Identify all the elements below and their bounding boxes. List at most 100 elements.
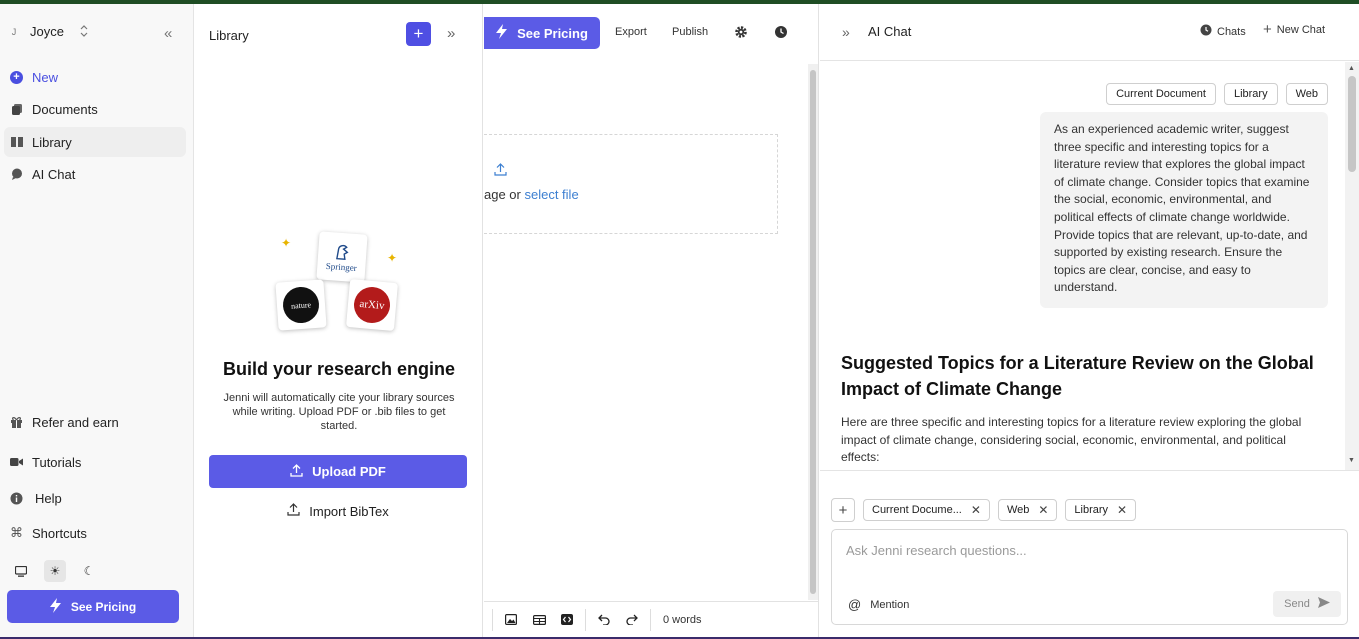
image-icon[interactable] [497,606,525,634]
sun-icon[interactable]: ☀ [44,560,66,582]
chevron-updown-icon [80,24,88,39]
sidebar-item-label: Tutorials [32,454,82,470]
sidebar-item-new[interactable]: + New [4,62,186,92]
chat-scrollbar[interactable]: ▲ ▼ [1345,62,1359,470]
plus-icon: + [413,24,424,43]
chat-title: AI Chat [868,24,912,39]
nature-logo: nature [275,279,327,331]
sidebar-item-documents[interactable]: Documents [4,94,186,124]
source-chip-library[interactable]: Library [1223,83,1278,105]
sidebar: J Joyce « + New Documents Library AI Cha… [0,4,194,637]
editor-scrollbar[interactable] [808,64,818,600]
sidebar-item-refer-and-earn[interactable]: Refer and earn [4,407,186,437]
gear-icon[interactable] [733,24,749,40]
undo-icon[interactable] [590,606,618,634]
send-button[interactable]: Send [1273,591,1341,617]
see-pricing-button[interactable]: See Pricing [484,17,600,49]
message-sources: Current Document Library Web [1106,83,1328,105]
chat-header: » AI Chat Chats + New Chat [820,4,1359,61]
sidebar-item-label: Help [35,490,62,506]
upload-pdf-button[interactable]: Upload PDF [209,455,467,488]
close-icon[interactable]: ✕ [971,503,981,517]
scroll-up-icon[interactable]: ▲ [1348,65,1355,72]
close-icon[interactable]: ✕ [1117,503,1127,517]
source-chip-current-document[interactable]: Current Document [1106,83,1216,105]
lightning-icon [496,24,508,42]
import-bibtex-button[interactable]: Import BibTex [209,498,467,524]
source-chip-web[interactable]: Web [1285,83,1328,105]
chat-bubble-icon [10,168,23,181]
user-switcher[interactable]: J Joyce [8,24,88,39]
plus-icon: + [1263,21,1272,38]
ai-chat-panel: » AI Chat Chats + New Chat Current Docum… [820,4,1359,637]
sidebar-item-help[interactable]: Help [4,483,186,513]
history-icon[interactable] [773,24,789,40]
select-file-link[interactable]: select file [524,187,578,202]
see-pricing-label: See Pricing [517,25,588,41]
context-chip-current-document: Current Docume... ✕ [863,499,990,521]
expand-panel-icon[interactable]: » [447,25,455,42]
scrollbar-thumb[interactable] [810,70,816,594]
send-label: Send [1284,598,1310,610]
see-pricing-label: See Pricing [70,599,137,614]
arxiv-logo: arXiv [345,278,399,332]
see-pricing-button[interactable]: See Pricing [7,590,179,623]
context-chip-label: Library [1074,504,1109,516]
redo-icon[interactable] [618,606,646,634]
at-sign-icon: @ [848,597,862,612]
library-heading: Build your research engine [222,359,456,379]
scrollbar-thumb[interactable] [1348,76,1356,172]
add-source-button[interactable]: + [406,22,431,46]
context-chip-web: Web ✕ [997,499,1058,521]
library-icon [10,136,23,149]
sidebar-item-library[interactable]: Library [4,127,186,157]
dropzone-label: age or [484,187,525,202]
scroll-down-icon[interactable]: ▼ [1348,457,1355,464]
sidebar-item-ai-chat[interactable]: AI Chat [4,159,186,189]
collapse-sidebar-icon[interactable]: « [164,25,172,42]
send-icon [1317,597,1330,611]
upload-icon [287,503,300,519]
code-block-icon[interactable] [553,606,581,634]
sidebar-item-tutorials[interactable]: Tutorials [4,447,186,477]
file-dropzone[interactable]: age or select file [484,134,778,234]
user-message: As an experienced academic writer, sugge… [1040,112,1328,308]
upload-icon [290,463,303,480]
mention-button[interactable]: @ Mention [848,597,909,612]
moon-icon[interactable]: ☾ [78,560,100,582]
theme-switcher: ☀ ☾ [10,560,100,582]
new-chat-button[interactable]: + New Chat [1263,21,1326,38]
export-button[interactable]: Export [615,26,647,38]
chat-input[interactable] [846,543,1326,558]
add-context-button[interactable]: + [831,498,855,522]
plus-circle-icon: + [10,70,23,84]
lightning-icon [49,597,61,616]
toolbar-divider [492,608,493,631]
sidebar-item-label: Shortcuts [32,525,87,541]
dropzone-text: age or select file [484,187,579,202]
library-panel: Library + » ✦ ✦ Springer nature arXiv Bu… [195,4,483,637]
info-icon [10,492,23,505]
library-title: Library [209,28,249,43]
sparkle-icon: ✦ [387,251,398,265]
mention-label: Mention [870,598,910,611]
sidebar-item-shortcuts[interactable]: ⌘ Shortcuts [4,518,186,548]
chats-history-button[interactable]: Chats [1200,24,1246,39]
expand-panel-icon[interactable]: » [842,24,850,40]
document-editor: See Pricing Export Publish age or select… [484,4,819,637]
clock-icon [1200,24,1212,39]
toolbar-divider [585,608,586,631]
monitor-icon[interactable] [10,560,32,582]
publish-button[interactable]: Publish [672,26,708,38]
avatar: J [11,26,17,37]
context-chip-label: Web [1006,504,1030,516]
new-chat-label: New Chat [1276,24,1326,36]
context-chip-library: Library ✕ [1065,499,1137,521]
import-bibtex-label: Import BibTex [309,503,389,519]
close-icon[interactable]: ✕ [1038,503,1048,517]
video-icon [10,456,23,469]
command-icon: ⌘ [10,525,23,540]
toolbar-divider [650,608,651,631]
sidebar-item-label: New [32,69,59,85]
table-icon[interactable] [525,606,553,634]
